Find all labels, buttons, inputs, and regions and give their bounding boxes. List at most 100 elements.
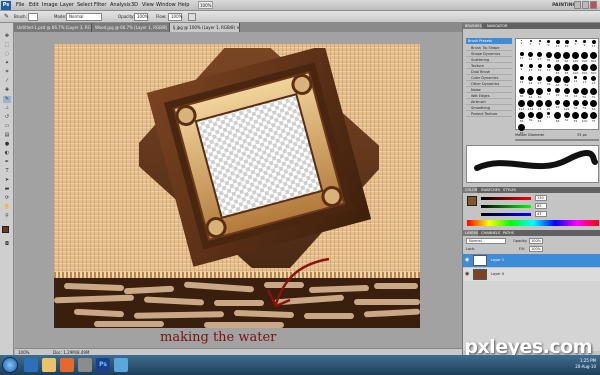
green-slider[interactable] (481, 205, 531, 208)
3d-rotate-tool-icon[interactable]: ⟳ (3, 195, 11, 202)
tab-brushes[interactable]: BRUSHES (463, 23, 482, 29)
type-tool-icon[interactable]: T (3, 168, 11, 175)
brush-preset-item[interactable]: 45 (553, 64, 562, 76)
color-spectrum[interactable] (467, 220, 599, 226)
close-button[interactable] (590, 1, 597, 9)
brush-preset-item[interactable]: 35 (544, 52, 553, 64)
brush-preset-item[interactable]: 19 (562, 40, 571, 52)
layer-row-selected[interactable]: ◉ Layer 1 (463, 254, 600, 267)
tab-paths[interactable]: PATHS (501, 230, 515, 236)
brush-preset-item[interactable]: 17 (580, 76, 589, 88)
ie-icon[interactable] (24, 358, 38, 372)
menu-3d[interactable]: 3D (131, 0, 138, 11)
brush-preset-item[interactable]: 70 (589, 88, 598, 100)
brush-preset-item[interactable]: 192 (562, 100, 571, 112)
brush-preset-item[interactable]: 63 (535, 112, 544, 124)
folder-icon[interactable] (42, 358, 56, 372)
brush-preset-item[interactable]: 13 (589, 40, 598, 52)
brush-preset-item[interactable]: 3 (526, 40, 535, 52)
red-slider[interactable] (481, 197, 531, 200)
brush-preset-item[interactable]: 24 (526, 76, 535, 88)
blue-value[interactable]: 47 (535, 211, 547, 217)
brush-preset-item[interactable]: 112 (517, 100, 526, 112)
lasso-tool-icon[interactable]: ◌ (3, 51, 11, 58)
brush-preset-item[interactable]: 36 (571, 100, 580, 112)
menu-layer[interactable]: Layer (60, 0, 74, 11)
layer-name[interactable]: Layer 1 (491, 258, 504, 262)
quick-mask-icon[interactable]: ◘ (3, 241, 11, 248)
blue-slider[interactable] (481, 213, 531, 216)
brush-preset-item[interactable]: 27 (535, 52, 544, 64)
app-icon[interactable] (78, 358, 92, 372)
brush-preset-item[interactable]: 300 (589, 64, 598, 76)
fill-input[interactable]: 100% (529, 246, 543, 252)
tab-wood[interactable]: Wood.jpg @ 66.7% (Layer 1, RGB/8) × (92, 23, 170, 32)
green-value[interactable]: 85 (535, 203, 547, 209)
brush-preset-item[interactable]: 13 (526, 64, 535, 76)
brush-preset-grid[interactable]: 1 3 5 9 13 19 5 9 13 17 21 27 35 45 65 100 200 300 9 13 19 17… (515, 38, 599, 135)
move-tool-icon[interactable]: ✥ (3, 33, 11, 40)
healing-tool-icon[interactable]: ✚ (3, 87, 11, 94)
brush-preset-item[interactable]: 66 (517, 112, 526, 124)
brush-tool-icon-active[interactable]: ✎ (3, 96, 11, 103)
brush-preset-item[interactable]: 11 (544, 112, 553, 124)
brush-preset-item[interactable]: 200 (580, 52, 589, 64)
shape-tool-icon[interactable]: ▬ (3, 186, 11, 193)
quick-select-tool-icon[interactable]: ✦ (3, 60, 11, 67)
tab-styles[interactable]: STYLES (501, 187, 516, 193)
brush-preset-item[interactable]: 48 (553, 112, 562, 124)
brush-preset-item[interactable]: 21 (526, 52, 535, 64)
brush-preset-item[interactable]: 134 (526, 100, 535, 112)
history-brush-tool-icon[interactable]: ↺ (3, 114, 11, 121)
master-diameter-slider[interactable] (515, 139, 599, 141)
menu-select[interactable]: Select (77, 0, 92, 11)
brush-preset-item[interactable]: 39 (544, 76, 553, 88)
red-value[interactable]: 130 (535, 195, 547, 201)
pen-tool-icon[interactable]: ✒ (3, 159, 11, 166)
brush-preset-item[interactable]: 95 (544, 100, 553, 112)
brush-preset-item[interactable]: 23 (589, 76, 598, 88)
menu-edit[interactable]: Edit (29, 0, 39, 11)
brush-preset-item[interactable]: 26 (553, 88, 562, 100)
layer-row[interactable]: ◉ Layer 0 (463, 268, 600, 281)
brush-preset-item[interactable]: 5 (535, 40, 544, 52)
brush-preset-item[interactable]: 46 (553, 76, 562, 88)
tab-channels[interactable]: CHANNELS (479, 230, 501, 236)
brush-preset-item[interactable]: 200 (580, 64, 589, 76)
brush-preset-item[interactable]: 1 (517, 40, 526, 52)
brush-preset-item[interactable]: 11 (571, 76, 580, 88)
zoom-tool-icon[interactable]: ⚲ (3, 213, 11, 220)
document-canvas[interactable] (54, 44, 420, 328)
opacity-input[interactable]: 100% (134, 13, 148, 21)
brush-preset-item[interactable]: 100 (571, 52, 580, 64)
menu-window[interactable]: Window (156, 0, 176, 11)
brush-option-item[interactable]: Protect Texture (466, 111, 512, 117)
brush-preset-item[interactable]: 27 (535, 76, 544, 88)
brush-preset-item[interactable]: 33 (580, 100, 589, 112)
blend-mode-select[interactable]: Normal (466, 238, 506, 244)
master-diameter-value[interactable]: 35 px (577, 133, 587, 137)
brush-preset-item[interactable]: 60 (535, 88, 544, 100)
tab-color[interactable]: COLOR (463, 187, 478, 193)
menu-help[interactable]: Help (178, 0, 189, 11)
brush-preset-item[interactable]: 14 (517, 76, 526, 88)
clone-stamp-tool-icon[interactable]: ⊥ (3, 105, 11, 112)
menu-view[interactable]: View (142, 0, 154, 11)
eraser-tool-icon[interactable]: ▭ (3, 123, 11, 130)
layer-name[interactable]: Layer 0 (491, 272, 504, 276)
brush-preset-item[interactable]: 17 (517, 52, 526, 64)
layer-opacity-input[interactable]: 100% (529, 238, 543, 244)
brush-preset-item[interactable]: 29 (553, 100, 562, 112)
minimize-button[interactable] (574, 1, 581, 9)
menu-file[interactable]: File (16, 0, 24, 11)
brush-preset-item[interactable]: 100 (571, 64, 580, 76)
brush-preset-item[interactable]: 9 (517, 64, 526, 76)
flow-input[interactable]: 100% (168, 13, 182, 21)
brush-preset-item[interactable]: 5 (571, 40, 580, 52)
brush-preset-item[interactable]: 9 (580, 40, 589, 52)
airbrush-icon[interactable] (188, 13, 196, 21)
brush-preset-item[interactable]: 14 (544, 88, 553, 100)
brush-preset-item[interactable]: 75 (589, 112, 598, 124)
brush-preset-item[interactable]: 39 (526, 112, 535, 124)
app-icon[interactable] (114, 358, 128, 372)
